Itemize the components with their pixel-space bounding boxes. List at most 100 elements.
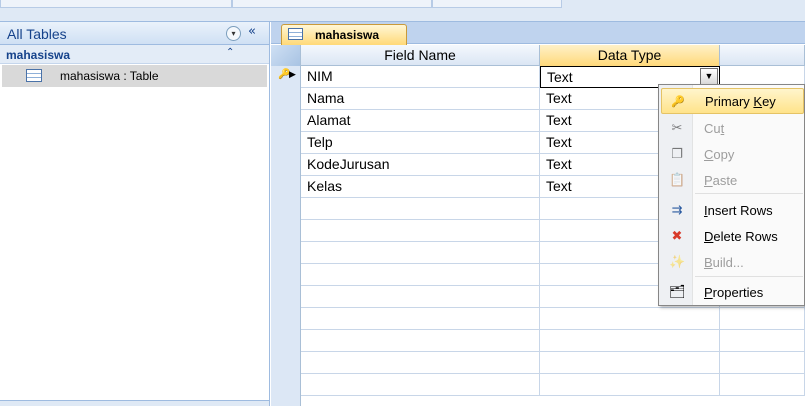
menu-item-paste[interactable]: 📋 Paste — [661, 168, 804, 194]
menu-label-part: elete Rows — [713, 229, 778, 244]
data-type-cell[interactable] — [540, 308, 720, 330]
field-name-cell[interactable] — [301, 352, 540, 374]
field-name-cell[interactable] — [301, 286, 540, 308]
menu-item-cut[interactable]: ✂ Cut — [661, 116, 804, 142]
menu-label-accelerator: D — [704, 229, 714, 244]
ribbon-group-edge — [232, 0, 432, 8]
table-row[interactable] — [271, 374, 805, 396]
row-selector[interactable] — [271, 330, 301, 352]
context-menu: 🔑 Primary Key ✂ Cut ❐ Copy 📋 Paste ⇉ Insert Rows ✖… — [658, 84, 805, 306]
nav-group-mahasiswa[interactable]: mahasiswa ⌃ — [0, 45, 269, 64]
field-name-cell[interactable] — [301, 308, 540, 330]
navigation-pane-header[interactable]: All Tables ▾ « — [0, 22, 269, 45]
row-selector[interactable] — [271, 286, 301, 308]
field-name-cell[interactable]: NIM — [301, 66, 540, 88]
field-name-cell[interactable] — [301, 374, 540, 396]
menu-item-primary-key[interactable]: 🔑 Primary Key — [661, 88, 804, 114]
row-selector[interactable] — [271, 242, 301, 264]
build-wand-icon: ✨ — [669, 255, 686, 270]
collapse-group-icon[interactable]: ⌃ — [226, 47, 234, 58]
field-name-cell[interactable]: Telp — [301, 132, 540, 154]
data-type-value: Text — [546, 90, 572, 106]
table-row[interactable] — [271, 352, 805, 374]
data-type-value: Text — [546, 178, 572, 194]
row-selector[interactable] — [271, 220, 301, 242]
paste-icon: 📋 — [669, 173, 686, 188]
menu-item-label: Paste — [704, 173, 737, 188]
table-icon — [26, 69, 42, 82]
data-type-dropdown-icon[interactable]: ▼ — [700, 68, 718, 85]
table-row[interactable] — [271, 330, 805, 352]
row-selector[interactable] — [271, 176, 301, 198]
column-header-field-name[interactable]: Field Name — [301, 45, 540, 66]
row-selector[interactable] — [271, 264, 301, 286]
data-type-cell[interactable] — [540, 374, 720, 396]
menu-label-accelerator: C — [704, 147, 714, 162]
tab-mahasiswa[interactable]: mahasiswa — [281, 24, 407, 45]
scissors-icon: ✂ — [671, 121, 683, 136]
column-header-description[interactable] — [720, 45, 805, 66]
table-icon — [288, 28, 303, 40]
menu-item-label: Build... — [704, 255, 744, 270]
menu-item-copy[interactable]: ❐ Copy — [661, 142, 804, 168]
field-name-cell[interactable] — [301, 198, 540, 220]
data-type-cell[interactable] — [540, 352, 720, 374]
row-selector[interactable] — [271, 88, 301, 110]
row-selector[interactable] — [271, 110, 301, 132]
row-selector[interactable] — [271, 132, 301, 154]
menu-item-insert-rows[interactable]: ⇉ Insert Rows — [661, 198, 804, 224]
field-name-cell[interactable] — [301, 242, 540, 264]
menu-separator — [695, 193, 803, 194]
tab-label: mahasiswa — [315, 28, 380, 42]
row-selector[interactable]: 🔑 ▶ — [271, 66, 301, 88]
data-type-value: Text — [547, 69, 573, 85]
field-name-cell[interactable]: KodeJurusan — [301, 154, 540, 176]
field-name-cell[interactable] — [301, 330, 540, 352]
menu-label-accelerator: P — [704, 285, 713, 300]
menu-item-build[interactable]: ✨ Build... — [661, 250, 804, 276]
description-cell[interactable] — [720, 330, 805, 352]
menu-label-part: aste — [712, 173, 738, 188]
menu-item-label: Cut — [704, 121, 724, 136]
description-cell[interactable] — [720, 308, 805, 330]
nav-item-label: mahasiswa : Table — [60, 69, 159, 83]
grid-header: Field Name Data Type — [271, 45, 805, 66]
ribbon-group-edge — [0, 0, 232, 8]
properties-icon: 🗂 — [669, 285, 686, 300]
menu-label-part: opy — [713, 147, 735, 162]
description-cell[interactable] — [720, 352, 805, 374]
field-name-cell[interactable]: Alamat — [301, 110, 540, 132]
menu-item-label: Primary Key — [705, 94, 776, 109]
chevron-down-icon[interactable]: ▾ — [226, 26, 241, 41]
data-type-cell[interactable] — [540, 330, 720, 352]
navigation-pane-title: All Tables — [7, 26, 67, 42]
row-selector[interactable] — [271, 154, 301, 176]
table-row[interactable] — [271, 308, 805, 330]
shutter-bar-close-icon[interactable]: « — [248, 24, 256, 39]
menu-label-part: nsert Rows — [707, 203, 773, 218]
menu-label-part: ey — [762, 94, 776, 109]
current-row-arrow-icon: ▶ — [289, 70, 296, 80]
row-selector[interactable] — [271, 198, 301, 220]
column-header-data-type[interactable]: Data Type — [540, 45, 720, 66]
field-name-cell[interactable]: Kelas — [301, 176, 540, 198]
row-selector[interactable] — [271, 374, 301, 396]
field-name-cell[interactable] — [301, 264, 540, 286]
navigation-pane: All Tables ▾ « mahasiswa ⌃ mahasiswa : T… — [0, 22, 270, 406]
menu-item-properties[interactable]: 🗂 Properties — [661, 280, 804, 306]
row-selector[interactable] — [271, 352, 301, 374]
menu-label-part: Cu — [704, 121, 721, 136]
menu-item-label: Insert Rows — [704, 203, 773, 218]
row-selector[interactable] — [271, 308, 301, 330]
menu-label-accelerator: K — [753, 94, 763, 109]
field-name-cell[interactable] — [301, 220, 540, 242]
delete-rows-icon: ✖ — [671, 229, 683, 244]
insert-rows-icon: ⇉ — [671, 203, 683, 218]
menu-label-accelerator: t — [720, 121, 725, 136]
menu-item-delete-rows[interactable]: ✖ Delete Rows — [661, 224, 804, 250]
select-all-corner[interactable] — [271, 45, 301, 66]
description-cell[interactable] — [720, 374, 805, 396]
data-type-value: Text — [546, 156, 572, 172]
nav-item-mahasiswa-table[interactable]: mahasiswa : Table — [2, 65, 267, 87]
field-name-cell[interactable]: Nama — [301, 88, 540, 110]
